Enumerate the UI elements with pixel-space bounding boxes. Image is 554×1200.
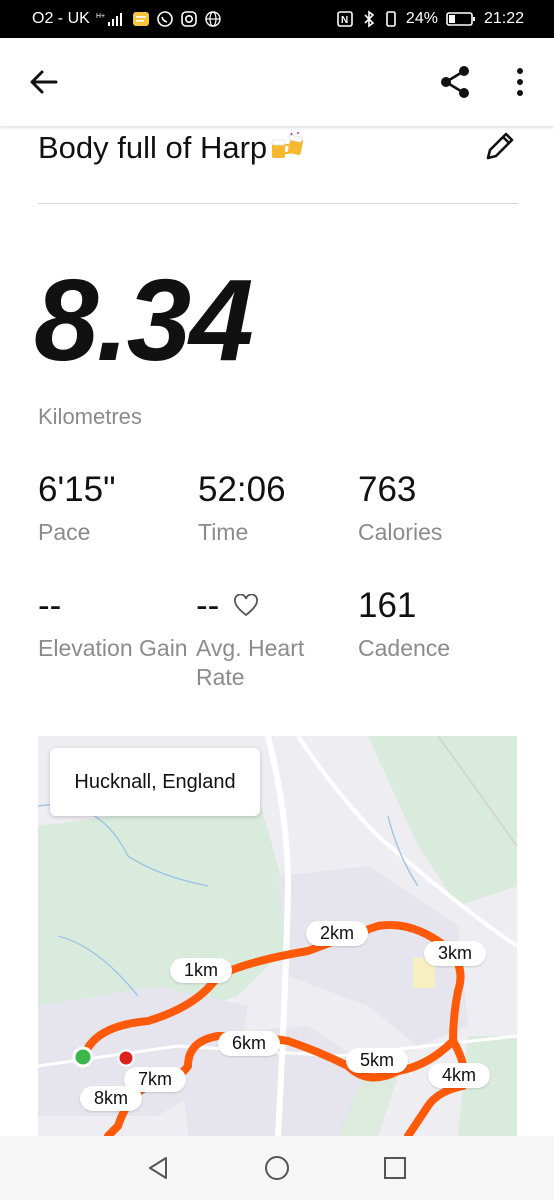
clock: 21:22 — [483, 10, 524, 27]
calories-value: 763 — [358, 470, 417, 509]
start-marker — [72, 1046, 94, 1068]
end-marker — [117, 1049, 135, 1067]
more-options-icon[interactable] — [508, 64, 532, 100]
battery-percent: 24% — [405, 10, 438, 27]
browser-icon — [205, 11, 221, 27]
status-right: N 24% 21:22 — [336, 10, 524, 28]
heart-icon[interactable] — [233, 594, 259, 618]
nav-home-icon[interactable] — [263, 1154, 291, 1182]
signal-icon: H+ — [96, 13, 122, 26]
distance-value: 8.34 — [34, 255, 254, 385]
title-divider — [38, 203, 518, 204]
stat-cadence: 161 Cadence — [358, 586, 508, 663]
elevation-label: Elevation Gain — [38, 635, 188, 661]
stat-time: 52:06 Time — [198, 470, 348, 547]
cadence-value: 161 — [358, 586, 417, 625]
svg-text:N: N — [341, 15, 348, 26]
km-marker-2: 2km — [306, 921, 369, 946]
vibrate-icon — [386, 11, 396, 27]
heart-rate-value: -- — [196, 586, 220, 625]
cadence-label: Cadence — [358, 635, 451, 661]
route-map[interactable]: Hucknall, England 1km 2km 3km 4km 5km 6k… — [38, 736, 517, 1136]
activity-title-row: Body full of Harp — [38, 128, 518, 174]
km-marker-3: 3km — [424, 941, 487, 966]
stat-pace: 6'15" Pace — [38, 470, 188, 547]
whatsapp-icon — [156, 11, 173, 27]
pace-label: Pace — [38, 519, 91, 545]
share-icon[interactable] — [438, 64, 472, 100]
km-marker-1: 1km — [170, 958, 233, 983]
beer-mugs-icon — [271, 132, 304, 158]
km-marker-8: 8km — [80, 1086, 143, 1111]
message-icon — [132, 12, 149, 26]
km-marker-5: 5km — [346, 1048, 409, 1073]
battery-icon — [446, 12, 475, 26]
bluetooth-icon — [364, 10, 375, 28]
pace-value: 6'15" — [38, 470, 116, 509]
instagram-icon — [180, 11, 197, 27]
stat-heart-rate: -- Avg. Heart Rate — [196, 586, 346, 692]
km-marker-6: 6km — [218, 1031, 281, 1056]
heart-rate-label: Avg. Heart Rate — [196, 635, 305, 690]
heart-rate-value-row: -- — [196, 586, 346, 626]
svg-text:H+: H+ — [96, 13, 105, 20]
nav-back-icon[interactable] — [144, 1154, 172, 1182]
time-value: 52:06 — [198, 470, 286, 509]
status-left: O2 - UK H+ — [32, 10, 222, 28]
km-marker-4: 4km — [428, 1063, 491, 1088]
status-bar: O2 - UK H+ N 24% 21:22 — [0, 0, 554, 38]
app-bar — [0, 38, 554, 126]
nfc-icon: N — [337, 11, 353, 27]
calories-label: Calories — [358, 519, 443, 545]
activity-title: Body full of Harp — [38, 130, 307, 166]
back-arrow-icon[interactable] — [26, 64, 62, 100]
location-label: Hucknall, England — [74, 770, 236, 793]
nav-recents-icon[interactable] — [381, 1154, 409, 1182]
location-card: Hucknall, England — [50, 748, 260, 816]
stat-elevation: -- Elevation Gain — [38, 586, 188, 663]
time-label: Time — [198, 519, 249, 545]
system-nav-bar — [0, 1136, 554, 1200]
edit-pencil-icon[interactable] — [482, 128, 518, 164]
stat-calories: 763 Calories — [358, 470, 508, 547]
carrier-label: O2 - UK — [32, 10, 90, 27]
elevation-value: -- — [38, 586, 62, 625]
activity-title-text: Body full of Harp — [38, 130, 268, 165]
distance-unit: Kilometres — [38, 404, 142, 429]
